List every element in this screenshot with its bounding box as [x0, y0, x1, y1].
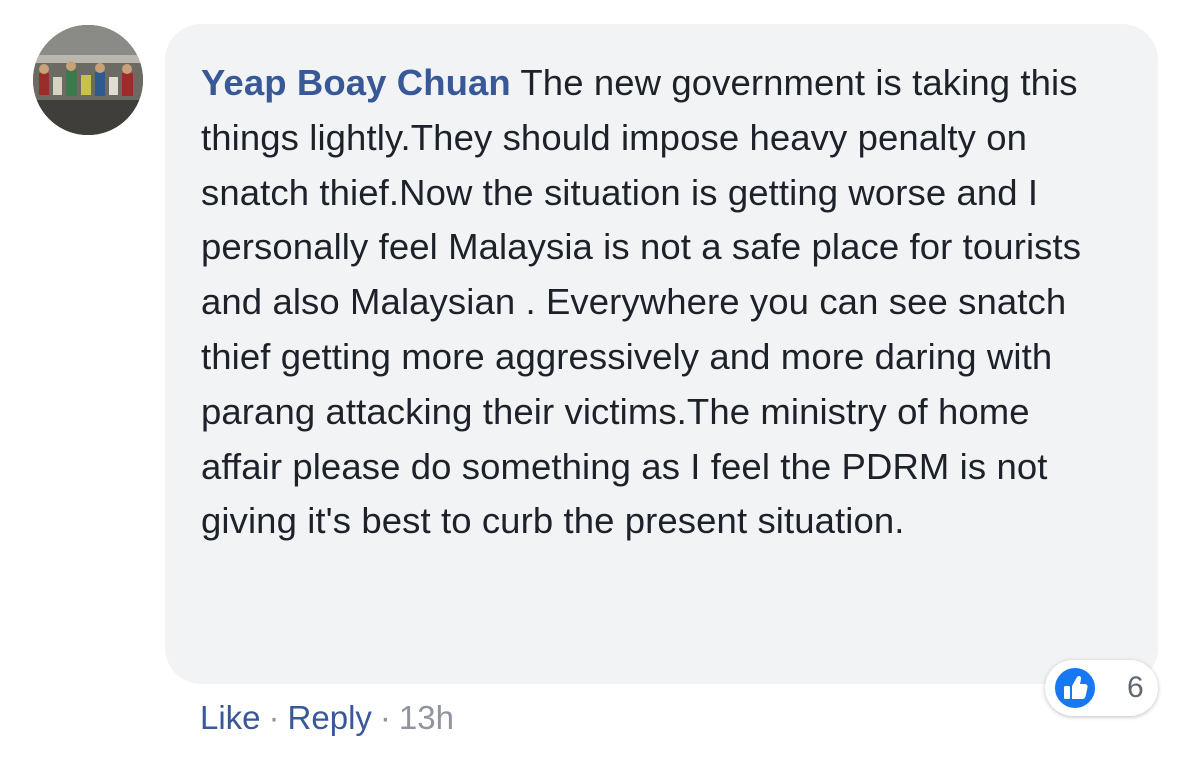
- reaction-count: 6: [1127, 671, 1144, 704]
- comment-bubble: Yeap Boay Chuan The new government is ta…: [165, 24, 1158, 684]
- author-avatar[interactable]: [33, 25, 143, 135]
- separator-dot: ·: [379, 699, 391, 736]
- comment-body: Yeap Boay Chuan The new government is ta…: [201, 56, 1118, 549]
- thumbs-up-icon: [1053, 666, 1097, 710]
- comment-text: The new government is taking this things…: [201, 62, 1082, 542]
- comment-actions: Like · Reply · 13h: [200, 696, 454, 740]
- separator-dot: ·: [268, 699, 280, 736]
- reactions-summary[interactable]: 6: [1045, 660, 1158, 716]
- avatar-photo: [33, 25, 143, 135]
- like-button[interactable]: Like: [200, 699, 261, 736]
- reply-button[interactable]: Reply: [288, 699, 372, 736]
- comment-author-link[interactable]: Yeap Boay Chuan: [201, 62, 511, 103]
- comment-timestamp[interactable]: 13h: [399, 699, 454, 736]
